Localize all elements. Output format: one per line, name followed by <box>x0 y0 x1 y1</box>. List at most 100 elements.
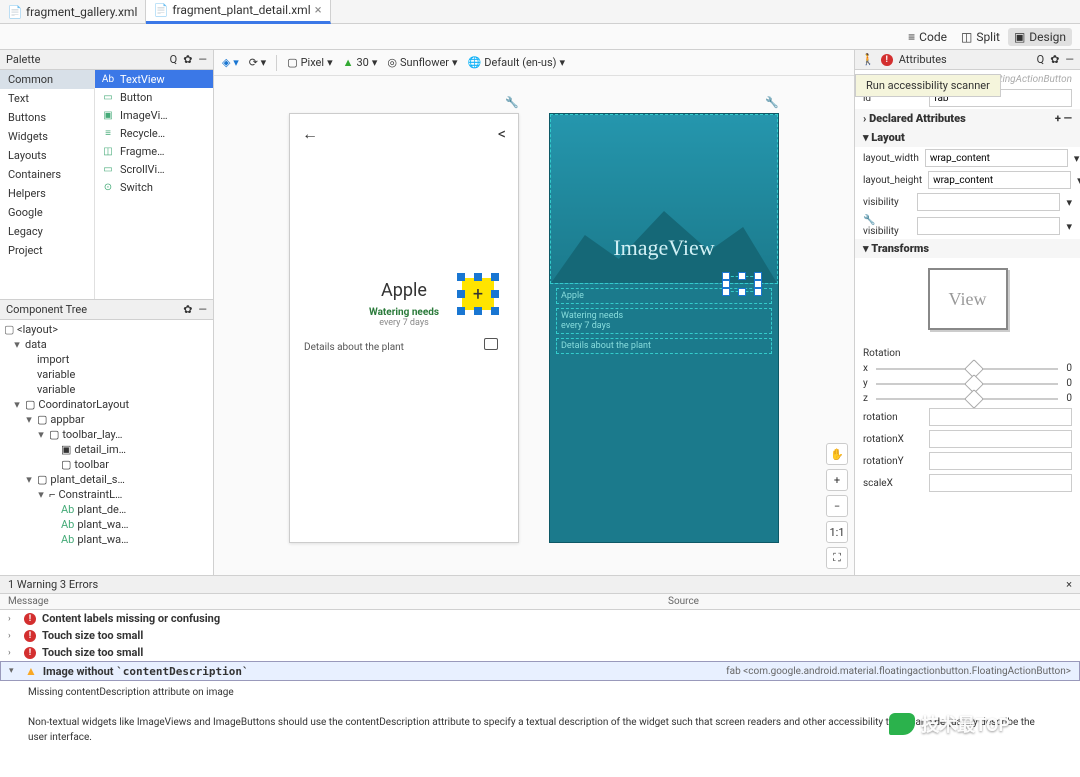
resize-handle[interactable] <box>457 273 465 281</box>
tree-import[interactable]: import <box>0 352 213 367</box>
item-button[interactable]: ▭Button <box>95 88 213 106</box>
item-textview[interactable]: AbTextView <box>95 70 213 88</box>
item-scrollview[interactable]: ▭ScrollVi… <box>95 160 213 178</box>
minimize-icon[interactable]: — <box>198 303 207 316</box>
mode-design[interactable]: ▣Design <box>1008 28 1072 46</box>
item-imageview[interactable]: ▣ImageVi… <box>95 106 213 124</box>
mode-code[interactable]: ≡Code <box>902 28 953 46</box>
component-tree[interactable]: ▢<layout> ▾data import variable variable… <box>0 320 213 575</box>
item-fragment[interactable]: ◫Fragme… <box>95 142 213 160</box>
chevron-down-icon[interactable]: ▾ <box>1074 152 1080 165</box>
issue-content-labels[interactable]: ›!Content labels missing or confusing <box>0 610 1080 627</box>
resize-handle[interactable] <box>738 288 746 296</box>
tools-vis-input[interactable] <box>917 217 1060 235</box>
surface-mode-icon[interactable]: ◈ ▾ <box>222 56 239 69</box>
item-recycler[interactable]: ≡Recycle… <box>95 124 213 142</box>
zoom-in-button[interactable]: + <box>826 469 848 491</box>
minimize-icon[interactable]: — <box>198 53 207 66</box>
resize-handle[interactable] <box>754 288 762 296</box>
resize-handle[interactable] <box>457 290 465 298</box>
resize-handle[interactable] <box>722 288 730 296</box>
tree-variable[interactable]: variable <box>0 382 213 397</box>
locale-select[interactable]: 🌐 Default (en-us) ▾ <box>468 56 565 69</box>
tree-coordinator[interactable]: ▾▢CoordinatorLayout <box>0 397 213 412</box>
resize-handle[interactable] <box>754 272 762 280</box>
tree-toolbar[interactable]: ▢toolbar <box>0 457 213 472</box>
section-transforms[interactable]: ▾ Transforms <box>855 239 1080 258</box>
tree-detail-image[interactable]: ▣detail_im… <box>0 442 213 457</box>
resize-handle[interactable] <box>722 272 730 280</box>
cat-helpers[interactable]: Helpers <box>0 184 94 203</box>
search-icon[interactable]: Q <box>1037 53 1045 66</box>
tree-appbar[interactable]: ▾▢appbar <box>0 412 213 427</box>
tree-plant-wa[interactable]: Abplant_wa… <box>0 517 213 532</box>
section-declared[interactable]: › Declared Attributes+ — <box>855 109 1080 128</box>
tree-layout[interactable]: ▢<layout> <box>0 322 213 337</box>
roty-input[interactable] <box>929 452 1072 470</box>
design-canvas[interactable]: 🔧 ← < Apple Watering needs every 7 days … <box>214 76 854 575</box>
cat-containers[interactable]: Containers <box>0 165 94 184</box>
issue-touch-small-1[interactable]: ›!Touch size too small <box>0 627 1080 644</box>
tree-plant-de[interactable]: Abplant_de… <box>0 502 213 517</box>
gear-icon[interactable]: ✿ <box>183 53 192 66</box>
cat-common[interactable]: Common <box>0 70 94 89</box>
slider-x[interactable]: x0 <box>855 361 1080 376</box>
theme-select[interactable]: ◎ Sunflower ▾ <box>387 56 457 69</box>
resize-handle[interactable] <box>491 307 499 315</box>
tree-plant-detail-scroll[interactable]: ▾▢plant_detail_s… <box>0 472 213 487</box>
gear-icon[interactable]: ✿ <box>1050 53 1059 66</box>
cat-legacy[interactable]: Legacy <box>0 222 94 241</box>
cat-text[interactable]: Text <box>0 89 94 108</box>
gear-icon[interactable]: ✿ <box>183 303 192 316</box>
error-badge[interactable]: ! <box>881 54 893 66</box>
issue-touch-small-2[interactable]: ›!Touch size too small <box>0 644 1080 661</box>
pan-button[interactable]: ✋ <box>826 443 848 465</box>
slider-y[interactable]: y0 <box>855 376 1080 391</box>
chevron-down-icon[interactable]: ▾ <box>1066 220 1072 233</box>
zoom-fit-button[interactable]: ⛶ <box>826 547 848 569</box>
zoom-out-button[interactable]: − <box>826 495 848 517</box>
mode-split[interactable]: ◫Split <box>955 28 1006 46</box>
accessibility-icon[interactable]: 🚶 <box>861 53 875 66</box>
slider-z[interactable]: z0 <box>855 391 1080 406</box>
resize-handle[interactable] <box>722 280 730 288</box>
tree-toolbar-layout[interactable]: ▾▢toolbar_lay… <box>0 427 213 442</box>
resize-handle[interactable] <box>754 280 762 288</box>
attributes-body[interactable]: FloatingActionButton id › Declared Attri… <box>855 70 1080 575</box>
sx-input[interactable] <box>929 474 1072 492</box>
lw-input[interactable] <box>925 149 1068 167</box>
tab-gallery[interactable]: 📄 fragment_gallery.xml <box>0 0 146 24</box>
close-icon[interactable]: × <box>315 3 322 18</box>
vis-input[interactable] <box>917 193 1060 211</box>
cat-widgets[interactable]: Widgets <box>0 127 94 146</box>
device-preview[interactable]: ← < Apple Watering needs every 7 days De… <box>289 113 519 543</box>
remove-icon[interactable]: — <box>1064 112 1072 125</box>
rot-input[interactable] <box>929 408 1072 426</box>
tree-plant-wa2[interactable]: Abplant_wa… <box>0 532 213 547</box>
tree-variable[interactable]: variable <box>0 367 213 382</box>
cat-buttons[interactable]: Buttons <box>0 108 94 127</box>
resize-handle[interactable] <box>491 290 499 298</box>
api-select[interactable]: ▲ 30 ▾ <box>343 56 378 69</box>
orientation-icon[interactable]: ⟳ ▾ <box>249 56 266 69</box>
section-layout[interactable]: ▾ Layout <box>855 128 1080 147</box>
minimize-icon[interactable]: — <box>1065 53 1074 66</box>
issue-content-description[interactable]: ▾▲ Image without `contentDescription` fa… <box>0 661 1080 681</box>
close-icon[interactable]: × <box>1066 578 1072 591</box>
item-switch[interactable]: ⊙Switch <box>95 178 213 196</box>
zoom-actual-button[interactable]: 1:1 <box>826 521 848 543</box>
chevron-down-icon[interactable]: ▾ <box>1066 196 1072 209</box>
add-icon[interactable]: + <box>1055 112 1061 125</box>
tree-constraint[interactable]: ▾⌐ConstraintL… <box>0 487 213 502</box>
cat-project[interactable]: Project <box>0 241 94 260</box>
tab-plant-detail[interactable]: 📄 fragment_plant_detail.xml × <box>146 0 330 24</box>
bp-fab-selected[interactable] <box>726 276 758 292</box>
tree-data[interactable]: ▾data <box>0 337 213 352</box>
resize-handle[interactable] <box>491 273 499 281</box>
resize-handle[interactable] <box>474 273 482 281</box>
blueprint-preview[interactable]: ImageView Apple Watering needsevery 7 da… <box>549 113 779 543</box>
cat-layouts[interactable]: Layouts <box>0 146 94 165</box>
search-icon[interactable]: Q <box>170 53 178 66</box>
fab-selected[interactable]: + <box>462 278 494 310</box>
resize-handle[interactable] <box>738 272 746 280</box>
